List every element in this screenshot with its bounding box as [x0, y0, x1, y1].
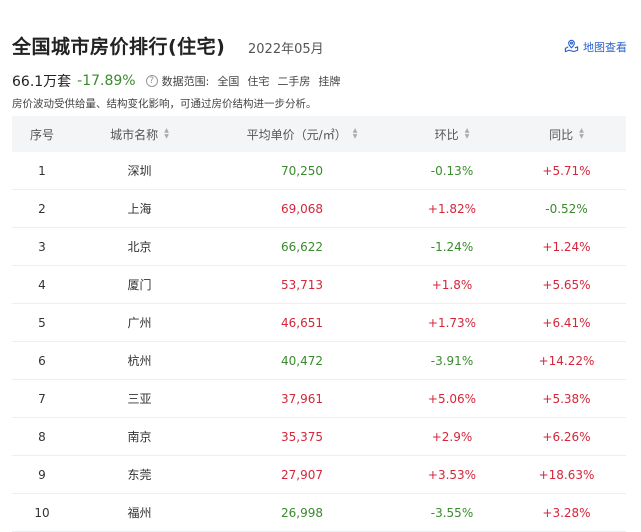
report-date: 2022年05月: [248, 42, 324, 57]
header-city[interactable]: 城市名称 ▲ ▼: [72, 126, 207, 143]
yoy-cell: +5.65%: [542, 277, 591, 292]
price-cell: 66,622: [281, 239, 323, 254]
mom-cell: -1.24%: [430, 239, 474, 254]
header-yoy[interactable]: 同比 ▲ ▼: [507, 126, 626, 143]
note-text: 房价波动受供给量、结构变化影响，可通过房价结构进一步分析。: [12, 98, 317, 110]
city-cell[interactable]: 深圳: [72, 162, 207, 179]
table-row[interactable]: 5 广州 46,651 +1.73% +6.41%: [12, 304, 626, 342]
city-cell[interactable]: 广州: [72, 314, 207, 331]
rank-cell: 10: [34, 505, 50, 520]
yoy-cell: -0.52%: [545, 201, 588, 216]
price-cell: 53,713: [281, 277, 323, 292]
mom-cell: -3.55%: [430, 505, 474, 520]
mom-cell: +1.82%: [427, 201, 477, 216]
city-cell[interactable]: 北京: [72, 238, 207, 255]
price-cell: 26,998: [281, 505, 323, 520]
rank-cell: 6: [38, 353, 46, 368]
rank-cell: 9: [38, 467, 46, 482]
rank-cell: 1: [38, 163, 46, 178]
total-listings: 66.1万套: [12, 74, 72, 90]
table-body: 1 深圳 70,250 -0.13% +5.71% 2 上海 69,068 +1.82% -0.5…: [12, 152, 626, 532]
price-cell: 69,068: [281, 201, 323, 216]
yoy-cell: +18.63%: [538, 467, 595, 482]
mom-cell: +3.53%: [427, 467, 477, 482]
city-cell[interactable]: 东莞: [72, 466, 207, 483]
price-cell: 70,250: [281, 163, 323, 178]
mom-cell: +5.06%: [427, 391, 477, 406]
yoy-cell: +3.28%: [542, 505, 591, 520]
price-cell: 27,907: [281, 467, 323, 482]
header-mom[interactable]: 环比 ▲ ▼: [397, 126, 507, 143]
rank-cell: 2: [38, 201, 46, 216]
mom-cell: -3.91%: [430, 353, 474, 368]
summary-bar: 66.1万套 -17.89% ? 数据范围: 全国 住宅 二手房 挂牌: [12, 72, 340, 90]
mom-cell: +1.73%: [427, 315, 477, 330]
table-row[interactable]: 9 东莞 27,907 +3.53% +18.63%: [12, 456, 626, 494]
page-header: 全国城市房价排行(住宅) 2022年05月 地图查看: [12, 30, 627, 60]
price-cell: 35,375: [281, 429, 323, 444]
map-view-button[interactable]: 地图查看: [564, 38, 627, 56]
header-rank: 序号: [29, 127, 54, 142]
mom-cell: +1.8%: [431, 277, 473, 292]
sort-icon[interactable]: ▲ ▼: [353, 128, 358, 140]
yoy-cell: +1.24%: [542, 239, 591, 254]
city-cell[interactable]: 南京: [72, 428, 207, 445]
question-icon[interactable]: ?: [145, 75, 158, 87]
yoy-cell: +5.38%: [542, 391, 591, 406]
sort-icon[interactable]: ▲ ▼: [579, 128, 584, 140]
scope-item-type: 住宅: [247, 75, 270, 88]
city-cell[interactable]: 厦门: [72, 276, 207, 293]
price-cell: 46,651: [281, 315, 323, 330]
table-row[interactable]: 4 厦门 53,713 +1.8% +5.65%: [12, 266, 626, 304]
table-row[interactable]: 6 杭州 40,472 -3.91% +14.22%: [12, 342, 626, 380]
mom-cell: -0.13%: [430, 163, 474, 178]
total-change: -17.89%: [77, 73, 136, 89]
table-row[interactable]: 2 上海 69,068 +1.82% -0.52%: [12, 190, 626, 228]
rank-cell: 5: [38, 315, 46, 330]
scope-item-market: 二手房: [277, 75, 311, 88]
table-row[interactable]: 8 南京 35,375 +2.9% +6.26%: [12, 418, 626, 456]
city-cell[interactable]: 杭州: [72, 352, 207, 369]
table-header: 序号 城市名称 ▲ ▼ 平均单价（元/㎡） ▲ ▼ 环比 ▲ ▼ 同比 ▲ ▼: [12, 116, 626, 152]
city-cell[interactable]: 三亚: [72, 390, 207, 407]
map-view-label: 地图查看: [583, 41, 627, 54]
table-row[interactable]: 3 北京 66,622 -1.24% +1.24%: [12, 228, 626, 266]
rank-cell: 8: [38, 429, 46, 444]
city-cell[interactable]: 上海: [72, 200, 207, 217]
mom-cell: +2.9%: [431, 429, 473, 444]
price-cell: 37,961: [281, 391, 323, 406]
table-row[interactable]: 7 三亚 37,961 +5.06% +5.38%: [12, 380, 626, 418]
scope-item-source: 挂牌: [318, 75, 341, 88]
ranking-table: 序号 城市名称 ▲ ▼ 平均单价（元/㎡） ▲ ▼ 环比 ▲ ▼ 同比 ▲ ▼ 1 深圳 70,25…: [12, 116, 626, 532]
scope-item-region: 全国: [217, 75, 240, 88]
rank-cell: 7: [38, 391, 46, 406]
header-price[interactable]: 平均单价（元/㎡） ▲ ▼: [207, 126, 397, 143]
sort-icon[interactable]: ▲ ▼: [465, 128, 470, 140]
map-icon: [564, 38, 579, 56]
rank-cell: 4: [38, 277, 46, 292]
yoy-cell: +6.41%: [542, 315, 591, 330]
page-title: 全国城市房价排行(住宅): [12, 36, 226, 58]
yoy-cell: +6.26%: [542, 429, 591, 444]
rank-cell: 3: [38, 239, 46, 254]
scope-label: 数据范围:: [161, 75, 210, 88]
city-cell[interactable]: 福州: [72, 504, 207, 521]
sort-icon[interactable]: ▲ ▼: [164, 128, 169, 140]
price-cell: 40,472: [281, 353, 323, 368]
yoy-cell: +14.22%: [538, 353, 595, 368]
table-row[interactable]: 1 深圳 70,250 -0.13% +5.71%: [12, 152, 626, 190]
yoy-cell: +5.71%: [542, 163, 591, 178]
table-row[interactable]: 10 福州 26,998 -3.55% +3.28%: [12, 494, 626, 532]
